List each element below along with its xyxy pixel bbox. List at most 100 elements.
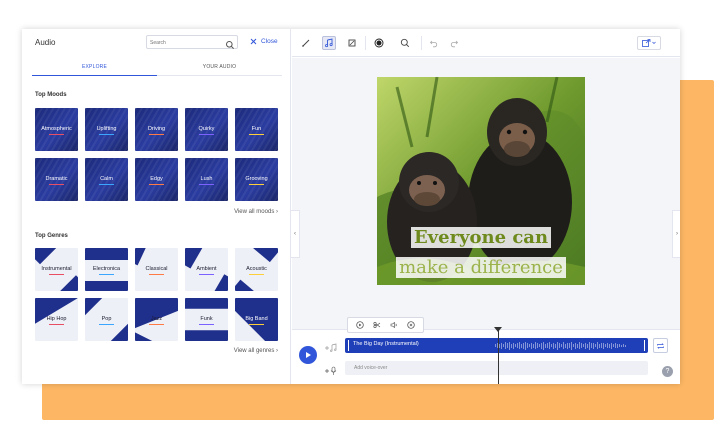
close-label: Close [261,38,278,45]
tile-shape [211,274,228,291]
mood-tile-atmospheric[interactable]: Atmospheric [35,108,78,151]
mood-tile-grooving[interactable]: Grooving [235,158,278,201]
mood-label: Driving [147,126,166,132]
resize-tool-button[interactable] [345,36,359,50]
zoom-button[interactable] [398,36,412,50]
chevron-right-icon: › [676,231,678,237]
genres-title: Top Genres [35,233,68,239]
mood-tile-calm[interactable]: Calm [85,158,128,201]
mood-tile-driving[interactable]: Driving [135,108,178,151]
tab-explore[interactable]: EXPLORE [32,64,157,76]
genre-label: Ambient [196,266,217,272]
genres-grid: Instrumental Electronica Classical Ambie… [35,248,278,341]
genre-label: Acoustic [246,266,267,272]
tile-shape [85,281,128,291]
genre-underline [149,324,164,325]
close-button[interactable]: Close [250,38,278,45]
mood-underline [99,134,114,135]
chevron-right-icon: › [276,209,278,215]
genre-label: Funk [200,316,213,322]
tile-shape [135,248,155,266]
mood-tile-uplifting[interactable]: Uplifting [85,108,128,151]
pen-tool-button[interactable] [299,36,313,50]
close-icon [250,38,257,45]
mood-label: Lush [200,176,213,182]
playhead[interactable] [498,329,499,384]
add-voiceover-button[interactable] [324,363,338,381]
loop-icon [657,342,664,349]
help-button[interactable]: ? [662,366,673,377]
collapse-right-handle[interactable]: › [672,210,680,258]
play-icon [306,352,311,358]
headline-line-1[interactable]: Everyone can [377,227,585,248]
genre-tile-instrumental[interactable]: Instrumental [35,248,78,291]
genre-tile-pop[interactable]: Pop [85,298,128,341]
headline-line-2[interactable]: make a difference [377,257,585,278]
slide-photo[interactable]: Everyone can make a difference [377,77,585,285]
volume-icon[interactable] [390,316,398,334]
headline-line-1-text: Everyone can [410,227,552,248]
genre-label: Hip Hop [46,316,67,322]
genre-tile-funk[interactable]: Funk [185,298,228,341]
scissors-icon[interactable] [373,316,381,334]
mood-tile-dramatic[interactable]: Dramatic [35,158,78,201]
tile-shape [246,248,278,263]
genre-tile-ambient[interactable]: Ambient [185,248,228,291]
clip-tools [347,317,424,333]
music-tool-button[interactable] [322,36,336,50]
mood-tile-quirky[interactable]: Quirky [185,108,228,151]
toolbar-divider [365,36,366,50]
panel-title: Audio [35,38,56,47]
mood-tile-edgy[interactable]: Edgy [135,158,178,201]
mood-tile-lush[interactable]: Lush [185,158,228,201]
genre-tile-big-band[interactable]: Big Band [235,298,278,341]
music-note-icon [325,38,333,48]
play-clip-icon[interactable] [355,316,364,334]
genre-label: Big Band [245,316,268,322]
microphone-icon [325,366,337,375]
moods-title: Top Moods [35,92,67,98]
play-button[interactable] [299,346,317,364]
redo-button[interactable] [447,36,461,50]
mood-tile-fun[interactable]: Fun [235,108,278,151]
mood-underline [49,134,64,135]
voiceover-track[interactable]: Add voice-over [345,361,648,375]
mood-label: Grooving [245,176,268,182]
genre-label: Pop [101,316,112,322]
genre-label: Electronica [92,266,121,272]
genre-underline [99,324,114,325]
remove-icon[interactable] [407,316,416,334]
audio-panel: Audio Close EXPLORE YOUR AUDIO Top Moods… [22,29,291,384]
mood-underline [49,184,64,185]
genre-tile-electronica[interactable]: Electronica [85,248,128,291]
clip-start-handle[interactable] [348,340,349,351]
audio-track-clip[interactable]: The Big Day (Instrumental) [345,338,648,353]
view-all-moods-link[interactable]: View all moods › [234,209,278,215]
clip-end-handle[interactable] [644,340,645,351]
loop-button[interactable] [653,338,668,353]
record-icon [374,38,384,48]
search-icon[interactable] [225,37,235,49]
tab-your-audio[interactable]: YOUR AUDIO [157,64,282,70]
genre-tile-acoustic[interactable]: Acoustic [235,248,278,291]
genre-tile-classical[interactable]: Classical [135,248,178,291]
genre-label: Instrumental [41,266,72,272]
toolbar-divider [421,36,422,50]
genre-tile-jazz[interactable]: Jazz [135,298,178,341]
genre-underline [199,274,214,275]
view-all-genres-link[interactable]: View all genres › [234,348,278,354]
mood-label: Calm [100,176,113,182]
genre-underline [249,274,264,275]
genre-underline [49,324,64,325]
search-input[interactable] [150,37,220,48]
record-button[interactable] [372,36,386,50]
add-music-button[interactable] [324,340,338,358]
collapse-left-handle[interactable]: ‹ [290,210,300,258]
genre-label: Classical [145,266,168,272]
undo-button[interactable] [427,36,441,50]
help-icon: ? [665,368,670,375]
search-box[interactable] [146,35,238,49]
share-button[interactable] [637,36,661,50]
genre-tile-hip-hop[interactable]: Hip Hop [35,298,78,341]
genre-underline [149,274,164,275]
